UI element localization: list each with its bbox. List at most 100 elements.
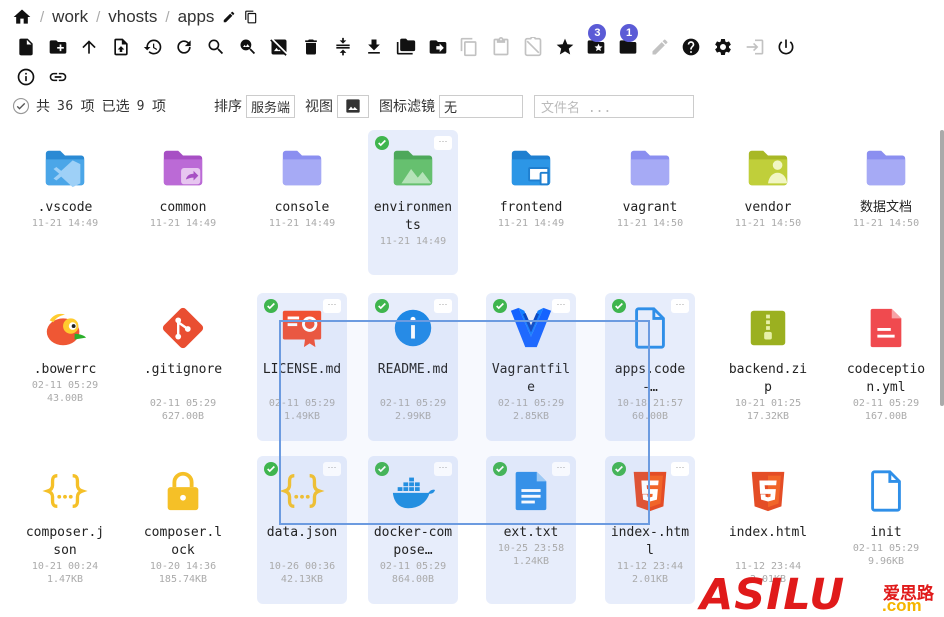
- file-name: composer.json: [25, 525, 105, 558]
- selected-check-icon[interactable]: [264, 299, 278, 313]
- folder-count-badge: 1: [620, 24, 639, 42]
- file-date: 10-21 00:24: [31, 561, 99, 572]
- image-search-button[interactable]: [232, 34, 264, 60]
- file-item[interactable]: ··· Vagrantfile 02-11 05:29 2.85KB: [486, 293, 576, 441]
- scrollbar[interactable]: [940, 130, 944, 406]
- file-icon: [863, 468, 909, 514]
- more-options-icon[interactable]: ···: [552, 462, 570, 476]
- file-item[interactable]: composer.lock 10-20 14:36 185.74KB: [138, 456, 228, 604]
- file-item[interactable]: ··· README.md 02-11 05:29 2.99KB: [368, 293, 458, 441]
- selected-check-icon[interactable]: [375, 462, 389, 476]
- breadcrumb-item-vhosts[interactable]: vhosts: [108, 7, 157, 27]
- more-options-icon[interactable]: ···: [671, 462, 689, 476]
- file-item[interactable]: .vscode 11-21 14:49: [20, 130, 110, 275]
- html5-icon: [745, 468, 791, 514]
- selected-check-icon[interactable]: [375, 299, 389, 313]
- file-item[interactable]: ··· data.json 10-26 00:36 42.13KB: [257, 456, 347, 604]
- hide-images-button[interactable]: [264, 34, 296, 60]
- search-button[interactable]: [200, 34, 232, 60]
- collect-button[interactable]: 3: [580, 24, 612, 60]
- multi-folder-button[interactable]: [390, 34, 422, 60]
- file-item[interactable]: vagrant 11-21 14:50: [605, 130, 695, 275]
- history-button[interactable]: [137, 34, 169, 60]
- collapse-button[interactable]: [327, 34, 359, 60]
- selected-check-icon[interactable]: [264, 462, 278, 476]
- file-date: 11-21 14:49: [268, 218, 336, 229]
- home-icon[interactable]: [12, 7, 32, 27]
- more-options-icon[interactable]: ···: [323, 462, 341, 476]
- power-button[interactable]: [771, 34, 803, 60]
- new-folder-button[interactable]: [42, 34, 74, 60]
- file-item[interactable]: codeception.yml 02-11 05:29 167.00B: [841, 293, 931, 441]
- selected-check-icon[interactable]: [493, 462, 507, 476]
- file-item[interactable]: ··· environments 11-21 14:49: [368, 130, 458, 275]
- folder-icon: [863, 145, 909, 191]
- more-options-icon[interactable]: ···: [671, 299, 689, 313]
- toolbar-secondary: [10, 64, 73, 90]
- help-button[interactable]: [675, 34, 707, 60]
- login-button[interactable]: [739, 34, 771, 60]
- delete-button[interactable]: [295, 34, 327, 60]
- new-file-button[interactable]: [10, 34, 42, 60]
- select-all-checkbox[interactable]: [12, 97, 30, 115]
- file-size: 1.47KB: [46, 574, 84, 585]
- rename-button[interactable]: [644, 34, 676, 60]
- file-item[interactable]: vendor 11-21 14:50: [723, 130, 813, 275]
- folder-badge-button[interactable]: 1: [612, 24, 644, 60]
- file-size: 60.00B: [631, 411, 669, 422]
- file-item[interactable]: composer.json 10-21 00:24 1.47KB: [20, 456, 110, 604]
- total-unit: 项: [80, 98, 95, 114]
- refresh-button[interactable]: [168, 34, 200, 60]
- copy-path-icon[interactable]: [244, 10, 258, 24]
- paste-button[interactable]: [485, 34, 517, 60]
- login-icon: [746, 39, 763, 55]
- view-mode-button[interactable]: [337, 94, 369, 118]
- info-button[interactable]: [10, 64, 42, 90]
- link-button[interactable]: [42, 64, 74, 90]
- upload-button[interactable]: [105, 34, 137, 60]
- icon-filter-select[interactable]: 无: [439, 94, 523, 118]
- file-item[interactable]: common 11-21 14:49: [138, 130, 228, 275]
- file-item[interactable]: backend.zip 10-21 01:25 17.32KB: [723, 293, 813, 441]
- file-date: 11-12 23:44: [616, 561, 684, 572]
- folders-icon: [396, 38, 416, 55]
- file-date: 11-21 14:49: [149, 218, 217, 229]
- more-options-icon[interactable]: ···: [434, 299, 452, 313]
- copy-button[interactable]: [454, 34, 486, 60]
- sort-select[interactable]: 服务端: [245, 94, 295, 118]
- selected-check-icon[interactable]: [612, 462, 626, 476]
- file-name: docker-compose…: [373, 525, 453, 558]
- file-item[interactable]: ··· LICENSE.md 02-11 05:29 1.49KB: [257, 293, 347, 441]
- breadcrumb-item-apps[interactable]: apps: [178, 7, 215, 27]
- file-item[interactable]: ··· apps.code-… 10-18 21:57 60.00B: [605, 293, 695, 441]
- file-size: 864.00B: [391, 574, 435, 585]
- file-item[interactable]: ··· docker-compose… 02-11 05:29 864.00B: [368, 456, 458, 604]
- filename-search-input[interactable]: 文件名 ...: [534, 94, 694, 118]
- file-item[interactable]: .bowerrc 02-11 05:29 43.00B: [20, 293, 110, 441]
- file-item[interactable]: 数据文档 11-21 14:50: [841, 130, 931, 275]
- settings-button[interactable]: [707, 34, 739, 60]
- sort-label: 排序: [213, 98, 242, 114]
- selected-check-icon[interactable]: [612, 299, 626, 313]
- more-options-icon[interactable]: ···: [434, 136, 452, 150]
- upload-icon: [114, 38, 128, 56]
- lock-icon: [160, 468, 206, 514]
- file-item[interactable]: console 11-21 14:49: [257, 130, 347, 275]
- more-options-icon[interactable]: ···: [434, 462, 452, 476]
- more-options-icon[interactable]: ···: [323, 299, 341, 313]
- file-item[interactable]: ··· ext.txt 10-25 23:58 1.24KB: [486, 456, 576, 604]
- favorite-button[interactable]: [549, 34, 581, 60]
- selected-check-icon[interactable]: [375, 136, 389, 150]
- move-button[interactable]: [422, 34, 454, 60]
- clear-clipboard-button[interactable]: [517, 34, 549, 60]
- go-up-button[interactable]: [73, 34, 105, 60]
- file-item[interactable]: frontend 11-21 14:49: [486, 130, 576, 275]
- selected-check-icon[interactable]: [493, 299, 507, 313]
- breadcrumb-item-work[interactable]: work: [52, 7, 88, 27]
- file-item[interactable]: ··· index-.html 11-12 23:44 2.01KB: [605, 456, 695, 604]
- download-button[interactable]: [359, 34, 391, 60]
- more-options-icon[interactable]: ···: [552, 299, 570, 313]
- file-item[interactable]: .gitignore 02-11 05:29 627.00B: [138, 293, 228, 441]
- edit-path-icon[interactable]: [222, 10, 236, 24]
- file-name: LICENSE.md: [262, 362, 342, 377]
